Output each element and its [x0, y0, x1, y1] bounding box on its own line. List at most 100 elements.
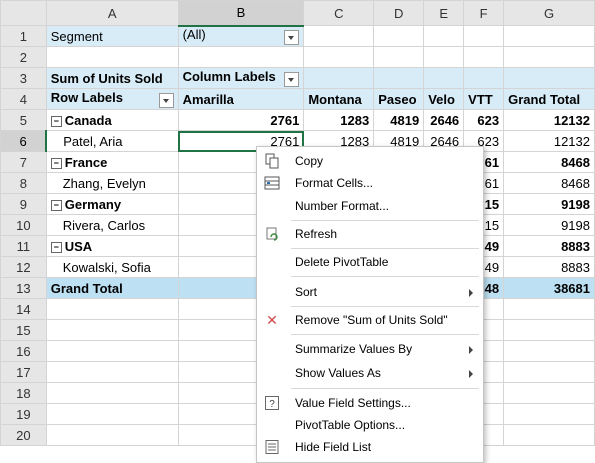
menu-item-hide-field-list[interactable]: Hide Field List — [257, 436, 483, 458]
filter-value-cell[interactable]: (All) — [177, 25, 305, 47]
cell[interactable] — [303, 25, 375, 47]
column-header-d[interactable]: D — [373, 0, 425, 26]
row-header[interactable]: 6 — [0, 130, 48, 152]
cell[interactable] — [303, 67, 375, 89]
pivot-col-header[interactable]: Montana — [303, 88, 375, 110]
value-cell[interactable]: 8883 — [503, 256, 595, 278]
cell[interactable] — [45, 403, 179, 425]
group-row-label[interactable]: − Canada — [45, 109, 179, 131]
filter-dropdown-button[interactable] — [284, 30, 300, 46]
column-labels-cell[interactable]: Column Labels — [177, 67, 305, 89]
collapse-icon[interactable]: − — [50, 199, 62, 211]
group-row-label[interactable]: − USA — [45, 235, 179, 257]
row-item-label[interactable]: Kowalski, Sofia — [45, 256, 179, 278]
pivot-col-header[interactable]: Grand Total — [503, 88, 595, 110]
collapse-icon[interactable]: − — [50, 115, 62, 127]
row-header[interactable]: 9 — [0, 193, 47, 215]
row-header[interactable]: 20 — [0, 424, 47, 446]
cell[interactable] — [463, 46, 505, 68]
column-header-b[interactable]: B — [177, 0, 305, 27]
value-cell[interactable]: 9198 — [503, 214, 595, 236]
value-cell[interactable]: 4819 — [373, 109, 425, 131]
menu-item-remove-field[interactable]: ✕ Remove "Sum of Units Sold" — [257, 309, 483, 331]
row-header[interactable]: 17 — [0, 361, 47, 383]
cell[interactable] — [303, 46, 375, 68]
row-header[interactable]: 11 — [0, 235, 47, 257]
column-header-f[interactable]: F — [463, 0, 505, 26]
value-cell[interactable]: 8468 — [503, 151, 595, 173]
cell[interactable] — [503, 298, 595, 320]
cell[interactable] — [503, 46, 595, 68]
column-header-e[interactable]: E — [423, 0, 465, 26]
row-item-label[interactable]: Zhang, Evelyn — [45, 172, 179, 194]
pivot-col-header[interactable]: Amarilla — [177, 88, 305, 110]
cell[interactable] — [45, 319, 179, 341]
cell[interactable] — [373, 67, 425, 89]
select-all-corner[interactable] — [0, 0, 47, 26]
row-header[interactable]: 13 — [0, 277, 47, 299]
pivot-col-header[interactable]: Paseo — [373, 88, 425, 110]
row-header[interactable]: 1 — [0, 25, 47, 47]
cell[interactable] — [503, 361, 595, 383]
cell[interactable] — [503, 340, 595, 362]
cell[interactable] — [423, 67, 465, 89]
cell[interactable] — [463, 67, 505, 89]
row-header[interactable]: 14 — [0, 298, 47, 320]
cell[interactable] — [463, 25, 505, 47]
menu-item-format-cells[interactable]: Format Cells... — [257, 172, 483, 194]
cell[interactable] — [423, 46, 465, 68]
menu-item-summarize-values[interactable]: Summarize Values By — [257, 338, 483, 360]
cell[interactable] — [503, 319, 595, 341]
row-header[interactable]: 2 — [0, 46, 47, 68]
cell[interactable] — [45, 298, 179, 320]
menu-item-copy[interactable]: Copy — [257, 150, 483, 172]
menu-item-refresh[interactable]: Refresh — [257, 223, 483, 245]
row-labels-dropdown[interactable] — [158, 93, 174, 108]
row-header[interactable]: 4 — [0, 88, 47, 110]
cell[interactable] — [373, 46, 425, 68]
value-cell[interactable]: 2646 — [423, 109, 465, 131]
cell[interactable] — [503, 25, 595, 47]
row-header[interactable]: 3 — [0, 67, 47, 89]
cell[interactable] — [503, 424, 595, 446]
value-cell[interactable]: 2761 — [177, 109, 305, 131]
cell[interactable] — [503, 382, 595, 404]
cell[interactable] — [45, 46, 179, 68]
grand-total-cell[interactable]: 38681 — [503, 277, 595, 299]
value-cell[interactable]: 12132 — [503, 130, 595, 152]
column-header-a[interactable]: A — [45, 0, 179, 26]
group-row-label[interactable]: − France — [45, 151, 179, 173]
column-labels-dropdown[interactable] — [284, 72, 300, 87]
value-cell[interactable]: 623 — [463, 109, 505, 131]
pivot-col-header[interactable]: VTT — [463, 88, 505, 110]
cell[interactable] — [45, 361, 179, 383]
collapse-icon[interactable]: − — [50, 157, 62, 169]
row-labels-cell[interactable]: Row Labels — [45, 88, 179, 110]
menu-item-delete-pivottable[interactable]: Delete PivotTable — [257, 251, 483, 273]
column-header-c[interactable]: C — [303, 0, 375, 26]
value-cell[interactable]: 1283 — [303, 109, 375, 131]
value-cell[interactable]: 12132 — [503, 109, 595, 131]
menu-item-pivottable-options[interactable]: PivotTable Options... — [257, 414, 483, 436]
menu-item-sort[interactable]: Sort — [257, 281, 483, 303]
menu-item-number-format[interactable]: Number Format... — [257, 195, 483, 217]
row-item-label[interactable]: Rivera, Carlos — [45, 214, 179, 236]
cell[interactable] — [373, 25, 425, 47]
row-header[interactable]: 10 — [0, 214, 47, 236]
row-header[interactable]: 19 — [0, 403, 47, 425]
grand-total-label[interactable]: Grand Total — [45, 277, 179, 299]
menu-item-value-field-settings[interactable]: ? Value Field Settings... — [257, 392, 483, 414]
row-header[interactable]: 5 — [0, 109, 47, 131]
cell[interactable] — [45, 340, 179, 362]
value-cell[interactable]: 9198 — [503, 193, 595, 215]
row-header[interactable]: 12 — [0, 256, 47, 278]
value-cell[interactable]: 8883 — [503, 235, 595, 257]
collapse-icon[interactable]: − — [50, 241, 62, 253]
cell[interactable] — [45, 382, 179, 404]
row-header[interactable]: 16 — [0, 340, 47, 362]
cell[interactable] — [177, 46, 305, 68]
row-header[interactable]: 15 — [0, 319, 47, 341]
value-cell[interactable]: 8468 — [503, 172, 595, 194]
pivot-col-header[interactable]: Velo — [423, 88, 465, 110]
cell[interactable] — [503, 403, 595, 425]
